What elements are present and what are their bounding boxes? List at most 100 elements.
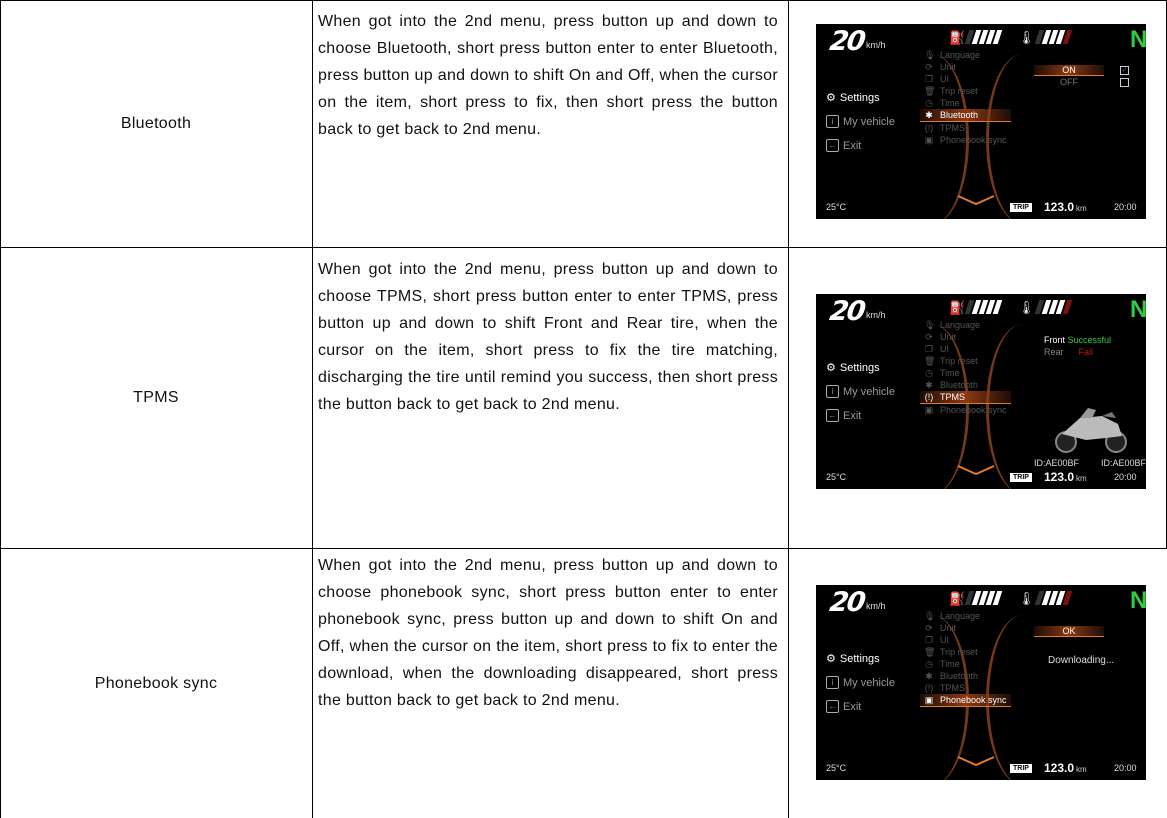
speed-readout: 20 — [827, 26, 866, 57]
clock: 20:00 — [1114, 763, 1137, 773]
refresh-icon: ⟳ — [925, 331, 933, 342]
feature-name: TPMS — [133, 389, 179, 406]
main-menu-my-vehicle: i My vehicle — [826, 115, 895, 128]
submenu-item: (!) TPMS — [924, 123, 966, 133]
coolant-temp-icon: 🌡 — [1018, 591, 1035, 606]
feature-description: When got into the 2nd menu, press button… — [318, 13, 778, 138]
submenu-item-selected: ▣ Phonebook sync — [920, 694, 1011, 707]
gear-indicator: N — [1130, 587, 1146, 614]
windows-icon: ❐ — [924, 343, 934, 354]
main-menu-my-vehicle: i My vehicle — [826, 385, 895, 398]
submenu-item: ✱ Bluetooth — [925, 670, 979, 682]
gear-indicator: N — [1130, 296, 1146, 323]
submenu-item: (!) TPMS — [924, 683, 966, 693]
chevron-down-icon — [957, 195, 995, 206]
feature-name: Bluetooth — [120, 115, 192, 132]
column-divider — [312, 0, 313, 818]
exit-icon: ← — [826, 700, 839, 713]
motorcycle-image — [1055, 408, 1127, 453]
main-menu-exit: ← Exit — [826, 700, 895, 713]
bluetooth-options: ON ✓ OFF — [1034, 64, 1142, 88]
rear-sensor-id: ID:AE00BF — [1100, 458, 1146, 468]
gear-indicator: N — [1130, 26, 1146, 53]
chevron-down-icon — [957, 465, 995, 476]
unchecked-box-icon — [1120, 77, 1129, 87]
trash-icon: 🗑 — [924, 85, 936, 96]
submenu-item: ❐ UI — [924, 634, 949, 646]
coolant-temp-icon: 🌡 — [1018, 30, 1035, 45]
submenu-item-selected: (!) TPMS — [920, 391, 1011, 404]
clock-icon: ◷ — [925, 367, 933, 378]
fuel-icon: ⛽ — [949, 591, 966, 606]
fuel-gauge — [964, 591, 1005, 605]
tire-icon: (!) — [924, 392, 934, 402]
front-sensor-id: ID:AE00BF — [1034, 458, 1080, 468]
front-tire-status: Successful — [1067, 335, 1112, 345]
settings-submenu: 🎙 Language ⟳ Unit ❐ UI 🗑 Trip reset ◷ Time ✱ B… — [920, 610, 1011, 707]
option-off: OFF — [1060, 77, 1078, 87]
gear-icon: ⚙ — [826, 92, 836, 104]
fuel-gauge — [964, 30, 1005, 44]
submenu-item: ⟳ Unit — [925, 331, 957, 343]
submenu-item: ❐ UI — [924, 73, 949, 85]
info-icon: i — [826, 676, 839, 689]
trash-icon: 🗑 — [924, 646, 936, 657]
submenu-item: ⟳ Unit — [925, 61, 957, 73]
speed-readout: 20 — [827, 587, 866, 618]
trip-distance: 123.0 km — [1044, 761, 1087, 775]
option-on: ON — [1034, 64, 1104, 76]
temp-gauge — [1034, 591, 1075, 605]
submenu-item: 🗑 Trip reset — [924, 355, 978, 367]
dashboard-screenshot: 20 km/h ⛽ 🌡 N ⚙ Settings i My vehicle ← Exi… — [816, 294, 1146, 489]
front-tire-label: Front — [1044, 335, 1066, 345]
rear-tire-status: Fail — [1078, 347, 1094, 357]
ambient-temperature: 25°C — [826, 472, 847, 482]
windows-icon: ❐ — [924, 634, 934, 645]
dashboard-screenshot: 20 km/h ⛽ 🌡 N ⚙ Settings i My vehicle ← Exi… — [816, 585, 1146, 780]
feature-name: Phonebook sync — [94, 674, 218, 692]
feature-description: When got into the 2nd menu, press button… — [318, 557, 778, 709]
submenu-item: 🗑 Trip reset — [924, 85, 978, 97]
contacts-icon: ▣ — [924, 404, 934, 415]
microphone-icon: 🎙 — [924, 319, 936, 330]
bluetooth-icon: ✱ — [925, 670, 933, 681]
fuel-icon: ⛽ — [949, 30, 966, 45]
temp-gauge — [1034, 30, 1075, 44]
checked-box-icon: ✓ — [1120, 65, 1129, 75]
submenu-item: ▣ Phonebook sync — [924, 404, 1007, 416]
submenu-item: ✱ Bluetooth — [925, 379, 979, 391]
fuel-icon: ⛽ — [949, 300, 966, 315]
speed-readout: 20 — [827, 296, 866, 327]
submenu-item: ⟳ Unit — [925, 622, 957, 634]
settings-submenu: 🎙 Language ⟳ Unit ❐ UI 🗑 Trip reset ◷ Time ✱ B… — [920, 49, 1011, 146]
gear-icon: ⚙ — [826, 653, 836, 665]
speed-unit: km/h — [866, 601, 886, 611]
tire-sensor-ids: ID:AE00BF ID:AE00BF — [1034, 458, 1146, 468]
submenu-item: ◷ Time — [925, 658, 960, 670]
submenu-item: ◷ Time — [925, 97, 960, 109]
info-icon: i — [826, 115, 839, 128]
main-menu-settings: ⚙ Settings — [826, 652, 880, 666]
info-icon: i — [826, 385, 839, 398]
rear-tire-label: Rear — [1044, 347, 1064, 357]
ok-option: OK — [1034, 625, 1104, 637]
main-menu-settings: ⚙ Settings — [826, 91, 880, 105]
contacts-icon: ▣ — [924, 134, 934, 145]
windows-icon: ❐ — [924, 73, 934, 84]
submenu-item-selected: ✱ Bluetooth — [920, 109, 1011, 122]
trash-icon: 🗑 — [924, 355, 936, 366]
phonebook-options: OK — [1034, 625, 1142, 637]
chevron-down-icon — [957, 756, 995, 767]
ambient-temperature: 25°C — [826, 763, 847, 773]
submenu-item: 🎙 Language — [924, 49, 981, 61]
ambient-temperature: 25°C — [826, 202, 847, 212]
refresh-icon: ⟳ — [925, 622, 933, 633]
submenu-item: ▣ Phonebook sync — [924, 134, 1007, 146]
coolant-temp-icon: 🌡 — [1018, 300, 1035, 315]
column-divider — [788, 0, 789, 818]
clock: 20:00 — [1114, 202, 1137, 212]
trip-badge: TRIP — [1010, 764, 1032, 773]
submenu-item: 🎙 Language — [924, 610, 981, 622]
main-menu-exit: ← Exit — [826, 139, 895, 152]
main-menu-exit: ← Exit — [826, 409, 895, 422]
